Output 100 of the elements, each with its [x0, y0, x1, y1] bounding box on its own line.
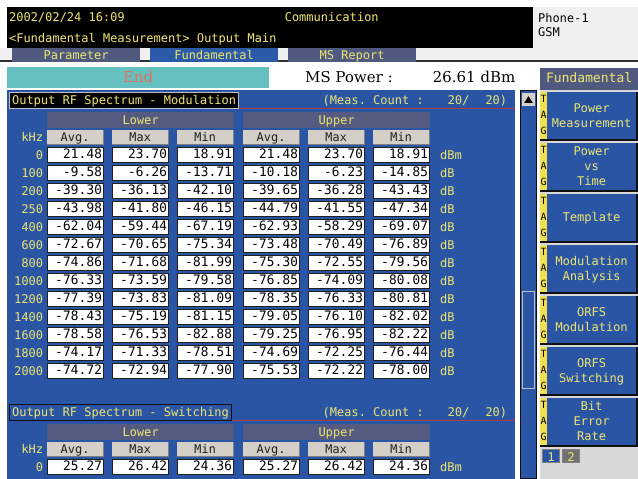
column-header[interactable]: Min — [373, 442, 430, 456]
axis-label: kHz — [20, 441, 43, 458]
value-cell: -6.23 — [308, 165, 365, 181]
value-cell: -82.22 — [373, 327, 430, 343]
power-label: MS Power : — [305, 66, 393, 88]
value-cell: -72.94 — [112, 363, 169, 379]
value-cell: -74.09 — [308, 273, 365, 289]
frequency-label: 0 — [34, 459, 43, 476]
frequency-label: 100 — [20, 165, 43, 182]
value-cell: -73.48 — [243, 237, 300, 253]
measurement-button[interactable]: TAG Template — [540, 194, 638, 243]
count-total: 20) — [485, 404, 507, 421]
value-cell: -74.69 — [243, 345, 300, 361]
unit-label: dB — [440, 165, 454, 182]
value-cell: -36.28 — [308, 183, 365, 199]
value-cell: 23.70 — [112, 147, 169, 163]
tab[interactable]: MS Report — [288, 48, 416, 62]
value-cell: -70.65 — [112, 237, 169, 253]
value-cell: 18.91 — [177, 147, 234, 163]
frequency-label: 1000 — [13, 273, 43, 290]
axis-label: kHz — [20, 129, 43, 146]
value-cell: -62.93 — [243, 219, 300, 235]
frequency-label: 400 — [20, 219, 43, 236]
side-title: Fundamental — [540, 68, 638, 90]
column-header[interactable]: Avg. — [47, 442, 104, 456]
value-cell: -36.13 — [112, 183, 169, 199]
group-header: Lower — [47, 112, 234, 128]
unit-label: dB — [440, 237, 454, 254]
value-cell: -73.59 — [112, 273, 169, 289]
tab[interactable]: Fundamental — [150, 48, 278, 62]
section-title[interactable]: Output RF Spectrum - Modulation — [9, 92, 239, 108]
value-cell: -81.15 — [177, 309, 234, 325]
value-cell: -81.99 — [177, 255, 234, 271]
value-cell: -6.26 — [112, 165, 169, 181]
scroll-thumb[interactable] — [522, 291, 535, 389]
value-cell: -78.35 — [243, 291, 300, 307]
group-header: Upper — [243, 112, 430, 128]
value-cell: 26.42 — [308, 459, 365, 475]
page-tab[interactable]: 1 — [542, 449, 560, 463]
frequency-label: 800 — [20, 255, 43, 272]
value-cell: -79.25 — [243, 327, 300, 343]
value-cell: -74.72 — [47, 363, 104, 379]
value-cell: -79.56 — [373, 255, 430, 271]
device-label: GSM — [538, 25, 561, 39]
count-label: (Meas. Count : — [322, 404, 424, 421]
frequency-label: 2000 — [13, 363, 43, 380]
value-cell: -78.51 — [177, 345, 234, 361]
value-cell: -71.68 — [112, 255, 169, 271]
frequency-label: 0 — [34, 147, 43, 164]
value-cell: 18.91 — [373, 147, 430, 163]
page-tab[interactable]: 2 — [562, 449, 580, 463]
value-cell: -9.58 — [47, 165, 104, 181]
column-header[interactable]: Min — [177, 130, 234, 144]
column-header[interactable]: Avg. — [47, 130, 104, 144]
value-cell: -47.34 — [373, 201, 430, 217]
value-cell: -46.15 — [177, 201, 234, 217]
count-value: 20/ — [448, 404, 470, 421]
column-header[interactable]: Min — [177, 442, 234, 456]
measurement-button[interactable]: TAG Bit Error Rate — [540, 398, 638, 447]
value-cell: -58.29 — [308, 219, 365, 235]
value-cell: -78.43 — [47, 309, 104, 325]
value-cell: 24.36 — [373, 459, 430, 475]
value-cell: -74.86 — [47, 255, 104, 271]
value-cell: -80.08 — [373, 273, 430, 289]
value-cell: -59.44 — [112, 219, 169, 235]
tab[interactable]: Parameter — [12, 48, 140, 62]
value-cell: -79.58 — [177, 273, 234, 289]
unit-label: dB — [440, 363, 454, 380]
unit-label: dBm — [440, 147, 462, 164]
value-cell: -76.33 — [308, 291, 365, 307]
value-cell: -76.33 — [47, 273, 104, 289]
value-cell: -44.79 — [243, 201, 300, 217]
column-header[interactable]: Max — [112, 130, 169, 144]
count-label: (Meas. Count : — [322, 92, 424, 109]
scroll-up-icon[interactable] — [522, 93, 535, 106]
measurement-button[interactable]: TAG Power vs Time — [540, 143, 638, 192]
value-cell: 21.48 — [47, 147, 104, 163]
frequency-label: 1800 — [13, 345, 43, 362]
value-cell: -62.04 — [47, 219, 104, 235]
column-header[interactable]: Avg. — [243, 442, 300, 456]
value-cell: -74.17 — [47, 345, 104, 361]
column-header[interactable]: Max — [308, 442, 365, 456]
column-header[interactable]: Min — [373, 130, 430, 144]
value-cell: -82.88 — [177, 327, 234, 343]
frequency-label: 200 — [20, 183, 43, 200]
value-cell: -41.80 — [112, 201, 169, 217]
section-title[interactable]: Output RF Spectrum - Switching — [9, 404, 232, 420]
value-cell: -76.44 — [373, 345, 430, 361]
column-header[interactable]: Avg. — [243, 130, 300, 144]
screen-path: <Fundamental Measurement> Output Main — [9, 30, 278, 47]
column-header[interactable]: Max — [308, 130, 365, 144]
value-cell: -77.39 — [47, 291, 104, 307]
value-cell: -75.34 — [177, 237, 234, 253]
value-cell: 26.42 — [112, 459, 169, 475]
value-cell: -39.65 — [243, 183, 300, 199]
measurement-button[interactable]: TAG ORFS Switching — [540, 347, 638, 396]
group-header: Upper — [243, 424, 430, 440]
value-cell: -78.00 — [373, 363, 430, 379]
scrollbar[interactable] — [520, 90, 537, 479]
column-header[interactable]: Max — [112, 442, 169, 456]
